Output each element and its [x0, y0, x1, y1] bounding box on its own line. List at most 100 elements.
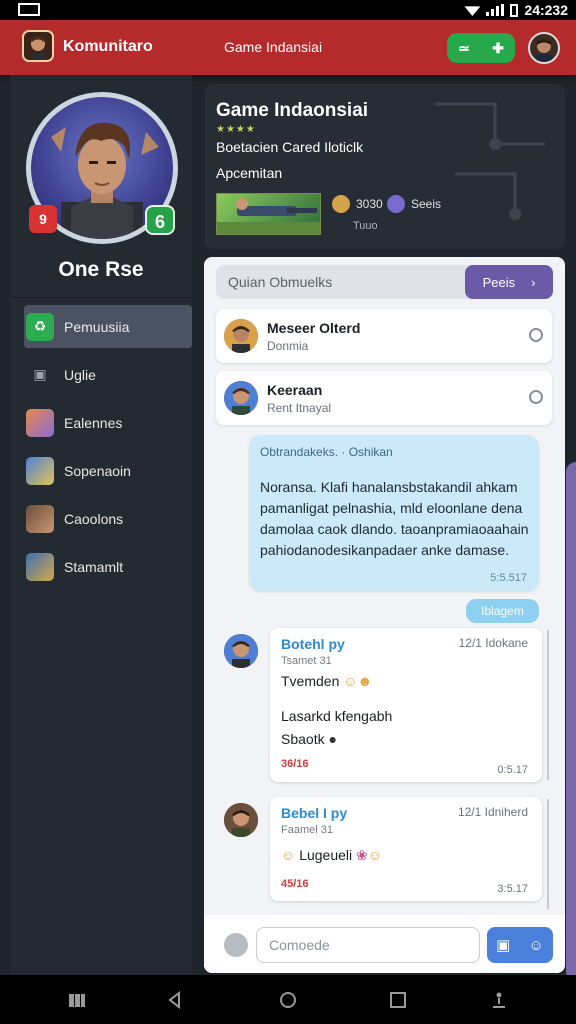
- screen-record-icon: [18, 3, 40, 16]
- post-card[interactable]: Bebel I py 12/1 Idniherd Faamel 31 ☺ Lug…: [270, 797, 542, 901]
- post-reactions[interactable]: 36/16: [281, 758, 309, 770]
- post-reactions[interactable]: 45/16: [281, 878, 309, 890]
- chat-icon[interactable]: ≃: [458, 40, 470, 57]
- app-bar: Komunitaro Game Indansiai ≃ ✚: [0, 20, 576, 75]
- accessibility-icon[interactable]: [490, 991, 508, 1009]
- recents-grid-icon[interactable]: [68, 991, 86, 1009]
- scrollbar[interactable]: [547, 630, 549, 780]
- emoji-picker-icon[interactable]: ☺: [529, 937, 544, 954]
- message-time: 5:5.517: [490, 572, 527, 584]
- post-role: Faamel 31: [281, 824, 333, 836]
- sidebar-item-label: Caoolons: [64, 510, 124, 527]
- stat-members: 3030: [332, 195, 383, 213]
- image-icon[interactable]: ▣: [496, 936, 510, 954]
- post-card[interactable]: Botehl py 12/1 Idokane Tsamet 31 Tvemden…: [270, 628, 542, 782]
- recycle-icon: ♻: [26, 312, 54, 341]
- chat-panel: Quian Obmuelks Peeis › Meseer Olterd Don…: [204, 257, 565, 973]
- hero-thumb-icon: [26, 456, 54, 485]
- sidebar-divider: [10, 297, 192, 298]
- options-icon[interactable]: [529, 328, 543, 342]
- sidebar-item-label: Ealennes: [64, 414, 123, 431]
- wifi-icon: [464, 6, 481, 16]
- post-role: Tsamet 31: [281, 655, 332, 667]
- member-avatar: [224, 381, 258, 415]
- circuit-decoration: [435, 102, 545, 220]
- sidebar: 9 6 One Rse ♻ Pemuusiia ▣ Uglie Ealennes…: [10, 75, 192, 975]
- game-banner[interactable]: [216, 193, 321, 235]
- member-card[interactable]: Keeraan Rent Itnayal: [216, 371, 552, 425]
- member-card[interactable]: Meseer Olterd Donmia: [216, 309, 552, 363]
- emoji-icon: ☺: [281, 847, 296, 863]
- post-author[interactable]: Botehl py: [281, 636, 345, 652]
- sidebar-item-caoolons[interactable]: Caoolons: [24, 497, 192, 540]
- message-header: Obtrandakeks. · Oshikan: [260, 445, 393, 459]
- status-icons: 24:232: [464, 2, 568, 18]
- member-status: Donmia: [267, 339, 309, 353]
- group-tagline: Apcemitan: [216, 165, 283, 181]
- back-icon[interactable]: [166, 991, 184, 1009]
- coin-icon: [332, 195, 350, 213]
- sidebar-item-stamamlt[interactable]: Stamamlt: [24, 545, 192, 588]
- member-avatar: [224, 319, 258, 353]
- home-icon[interactable]: [279, 991, 297, 1009]
- post-line: Sbaotk ●: [281, 731, 337, 747]
- reply-chip[interactable]: Iblagem: [466, 599, 539, 623]
- app-name: Komunitaro: [63, 38, 153, 55]
- level-badge: 6: [145, 205, 175, 235]
- group-title: Game Indaonsiai: [216, 100, 369, 121]
- post-author[interactable]: Bebel I py: [281, 805, 347, 821]
- group-header: Game Indaonsiai ★★★★ Boetacien Cared Ilo…: [205, 84, 565, 249]
- group-subtitle: Boetacien Cared Iloticlk: [216, 139, 364, 155]
- sidebar-item-pemuusiia[interactable]: ♻ Pemuusiia: [24, 305, 192, 348]
- post-date: 12/1 Idokane: [458, 636, 528, 650]
- message-input[interactable]: Comoede: [256, 927, 480, 963]
- system-nav-bar: [0, 975, 576, 1024]
- post-line: Lasarkd kfengabh: [281, 708, 393, 724]
- app-logo[interactable]: [22, 30, 54, 62]
- username: One Rse: [58, 258, 144, 281]
- post-avatar[interactable]: [224, 803, 258, 837]
- member-status: Rent Itnayal: [267, 401, 332, 415]
- post: Botehl py 12/1 Idokane Tsamet 31 Tvemden…: [216, 628, 549, 786]
- app-screen: 24:232 Komunitaro Game Indansiai ≃ ✚ 9 6…: [0, 0, 576, 1024]
- post-time: 0:5.17: [497, 764, 528, 776]
- header-group-name: Game Indansiai: [224, 39, 323, 55]
- options-icon[interactable]: [529, 390, 543, 404]
- sidebar-item-label: Pemuusiia: [64, 318, 130, 335]
- emoji-icon: ❀: [356, 847, 368, 863]
- search-input[interactable]: Quian Obmuelks: [228, 274, 332, 290]
- send-button[interactable]: ▣ ☺: [487, 927, 553, 963]
- profile-avatar[interactable]: [528, 32, 560, 64]
- game-thumb-icon: [26, 408, 54, 437]
- message-bubble[interactable]: Obtrandakeks. · Oshikan Noransa. Klafi h…: [249, 435, 539, 591]
- emoji-icon: ☺: [367, 847, 383, 863]
- post-date: 12/1 Idniherd: [457, 805, 528, 819]
- overview-icon[interactable]: [389, 991, 407, 1009]
- header-action-pill[interactable]: ≃ ✚: [447, 33, 515, 63]
- add-friend-icon[interactable]: ✚: [492, 40, 504, 57]
- attach-icon[interactable]: [224, 933, 248, 957]
- sidebar-item-label: Uglie: [64, 366, 96, 383]
- emoji-icon: ●: [328, 731, 337, 747]
- signal-icon: [486, 4, 505, 16]
- character-thumb-icon: [26, 504, 54, 533]
- search-bar[interactable]: Quian Obmuelks Peeis ›: [216, 265, 553, 299]
- post: Bebel I py 12/1 Idniherd Faamel 31 ☺ Lug…: [216, 797, 549, 909]
- member-name: Meseer Olterd: [267, 320, 361, 336]
- sidebar-item-uglie[interactable]: ▣ Uglie: [24, 353, 192, 396]
- chevron-right-icon: ›: [531, 274, 536, 290]
- message-body: Noransa. Klafi hanalansbstakandil ahkam …: [260, 479, 529, 558]
- search-button[interactable]: Peeis ›: [465, 265, 553, 299]
- weapon-thumb-icon: [26, 552, 54, 581]
- post-time: 3:5.17: [497, 883, 528, 895]
- notification-badge: 9: [29, 205, 57, 233]
- sidebar-item-sopenaoin[interactable]: Sopenaoin: [24, 449, 192, 492]
- post-avatar[interactable]: [224, 634, 258, 668]
- scrollbar[interactable]: [547, 799, 549, 909]
- sidebar-item-label: Stamamlt: [64, 558, 124, 575]
- controller-icon: ▣: [33, 366, 47, 382]
- side-panel-edge: [566, 462, 576, 982]
- status-time: 24:232: [524, 2, 568, 18]
- emoji-icon: ☺☻: [343, 673, 373, 689]
- sidebar-item-ealennes[interactable]: Ealennes: [24, 401, 192, 444]
